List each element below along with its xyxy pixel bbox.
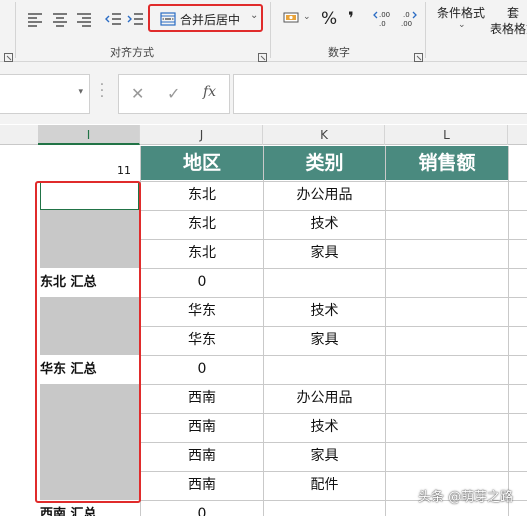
cell-category[interactable] — [264, 355, 385, 384]
formula-input[interactable] — [233, 74, 527, 114]
column-headers: I J K L — [0, 125, 527, 145]
align-center-icon[interactable] — [51, 11, 69, 27]
cell-category[interactable]: 配件 — [264, 471, 385, 500]
header-cell-sales[interactable]: 销售额 — [386, 146, 508, 180]
ribbon: 合并后居中 ⌄ 对齐方式 ⌄ % ❜ .00.0 .0.00 数字 条件格式 ⌄… — [0, 0, 527, 62]
cell-category[interactable]: 办公用品 — [264, 181, 385, 210]
watermark: 头条 @萌芽之路 — [418, 490, 514, 505]
number-group-label: 数字 — [328, 46, 350, 59]
merge-dropdown-icon[interactable]: ⌄ — [250, 10, 258, 21]
format-as-table-button-partial[interactable]: 套 — [507, 4, 519, 21]
number-dialog-launcher-icon[interactable] — [414, 47, 423, 62]
alignment-dialog-launcher-icon[interactable] — [258, 47, 267, 62]
clipboard-dialog-launcher-icon[interactable] — [4, 47, 13, 62]
ribbon-separator — [425, 2, 426, 58]
cell-sales[interactable] — [386, 268, 508, 297]
cell-category[interactable]: 技术 — [264, 297, 385, 326]
conditional-formatting-caret-icon[interactable]: ⌄ — [458, 20, 466, 30]
cell-category[interactable] — [264, 500, 385, 516]
decrease-decimal-icon[interactable]: .0.00 — [398, 9, 418, 29]
cell-region[interactable]: 华东 — [141, 297, 263, 326]
cell-region[interactable]: 0 — [141, 500, 263, 516]
cancel-icon[interactable]: ✕ — [131, 84, 144, 103]
svg-text:.00: .00 — [379, 11, 390, 19]
cell-category[interactable]: 家具 — [264, 239, 385, 268]
format-as-table-label[interactable]: 表格格式 — [490, 20, 527, 37]
cell-category[interactable]: 技术 — [264, 413, 385, 442]
cell-sales[interactable] — [386, 384, 508, 413]
svg-text:.0: .0 — [403, 11, 410, 19]
column-header-i[interactable]: I — [38, 125, 140, 145]
svg-text:.0: .0 — [379, 20, 386, 28]
merge-and-center-label: 合并后居中 — [180, 13, 241, 27]
name-box[interactable]: ▾ — [0, 74, 90, 114]
cell-i-number[interactable]: 11 — [117, 164, 131, 177]
header-cell-region[interactable]: 地区 — [141, 146, 263, 180]
cell-sales[interactable] — [386, 413, 508, 442]
cell-region[interactable]: 东北 — [141, 239, 263, 268]
ribbon-separator — [270, 2, 271, 58]
cell-sales[interactable] — [386, 239, 508, 268]
cell-category[interactable]: 家具 — [264, 442, 385, 471]
formula-buttons: ✕ ✓ fx — [118, 74, 230, 114]
cell-category[interactable]: 家具 — [264, 326, 385, 355]
cell-sales[interactable] — [386, 297, 508, 326]
ribbon-separator — [15, 2, 16, 58]
resize-handle-icon[interactable]: · · · — [99, 78, 105, 104]
worksheet-grid[interactable]: 11 地区 类别 销售额 东北 办公用品 东北 技术 东北 家具 0 东北 汇总 华东 技术 华东家… — [0, 146, 527, 516]
cell-sales[interactable] — [386, 181, 508, 210]
increase-decimal-icon[interactable]: .00.0 — [373, 9, 393, 29]
insert-function-icon[interactable]: fx — [203, 84, 216, 100]
align-left-icon[interactable] — [26, 11, 44, 27]
column-header-k[interactable]: K — [264, 125, 385, 145]
percent-style-button[interactable]: % — [321, 9, 337, 29]
cell-region[interactable]: 西南 — [141, 413, 263, 442]
merge-cells-icon — [160, 11, 176, 26]
cell-category[interactable]: 技术 — [264, 210, 385, 239]
column-header-j[interactable]: J — [141, 125, 263, 145]
cell-region[interactable]: 0 — [141, 355, 263, 384]
cell-region[interactable]: 东北 — [141, 210, 263, 239]
alignment-group-label: 对齐方式 — [110, 46, 154, 59]
accounting-format-icon[interactable] — [282, 10, 300, 26]
row-gridline — [140, 181, 527, 182]
cell-region[interactable]: 西南 — [141, 471, 263, 500]
cell-sales[interactable] — [386, 355, 508, 384]
decrease-indent-icon[interactable] — [104, 11, 122, 27]
cell-region[interactable]: 0 — [141, 268, 263, 297]
increase-indent-icon[interactable] — [126, 11, 144, 27]
cell-region[interactable]: 西南 — [141, 384, 263, 413]
accounting-caret-icon[interactable]: ⌄ — [303, 12, 311, 22]
name-box-dropdown-icon[interactable]: ▾ — [78, 87, 83, 97]
formula-bar: ▾ · · · ✕ ✓ fx — [0, 62, 527, 124]
cell-sales[interactable] — [386, 326, 508, 355]
cell-region[interactable]: 华东 — [141, 326, 263, 355]
column-header-l[interactable]: L — [386, 125, 508, 145]
highlight-box — [35, 181, 141, 503]
align-right-icon[interactable] — [75, 11, 93, 27]
conditional-formatting-button[interactable]: 条件格式 — [437, 4, 485, 21]
cell-region[interactable]: 西南 — [141, 442, 263, 471]
confirm-icon[interactable]: ✓ — [167, 84, 180, 103]
merge-and-center-button[interactable]: 合并后居中 ⌄ — [148, 4, 263, 32]
cell-region[interactable]: 东北 — [141, 181, 263, 210]
gridline — [508, 146, 509, 516]
cell-sales[interactable] — [386, 210, 508, 239]
cell-category[interactable] — [264, 268, 385, 297]
svg-text:.00: .00 — [401, 20, 412, 28]
cell-sales[interactable] — [386, 442, 508, 471]
header-cell-category[interactable]: 类别 — [264, 146, 385, 180]
cell-category[interactable]: 办公用品 — [264, 384, 385, 413]
comma-style-button[interactable]: ❜ — [348, 9, 354, 29]
